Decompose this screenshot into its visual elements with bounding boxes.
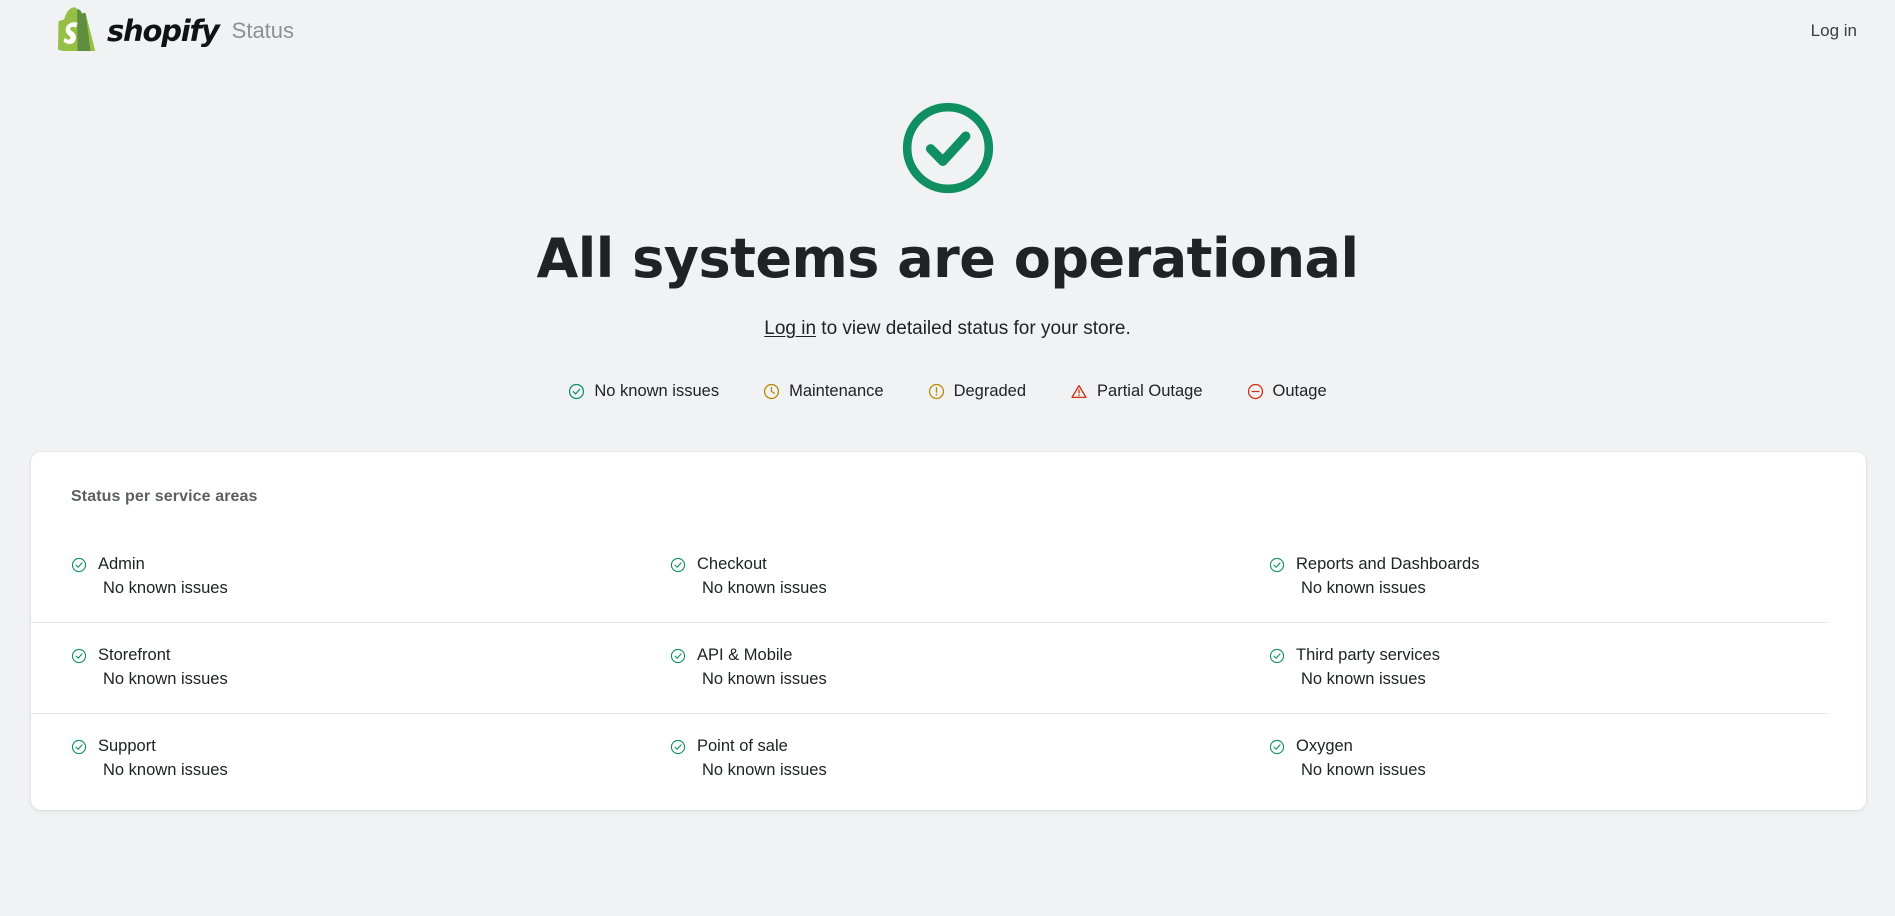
check-circle-icon — [670, 557, 686, 573]
legend-label: No known issues — [594, 382, 720, 401]
header-actions: Log in — [1811, 21, 1857, 41]
status-legend: No known issues Maintenance Degraded Par… — [0, 382, 1895, 401]
check-circle-icon — [1269, 739, 1285, 755]
service-row-third-party-services: Third party services No known issues — [1229, 623, 1828, 715]
service-status: No known issues — [702, 579, 827, 598]
service-row-storefront: Storefront No known issues — [31, 623, 630, 715]
service-areas-card: Status per service areas Admin No known … — [31, 452, 1866, 811]
hero-subtitle: Log in to view detailed status for your … — [0, 318, 1895, 340]
legend-label: Outage — [1272, 382, 1327, 401]
legend-item-outage: Outage — [1247, 382, 1327, 401]
hero-section: All systems are operational Log in to vi… — [0, 62, 1895, 401]
service-row-admin: Admin No known issues — [31, 532, 630, 624]
service-row-support: Support No known issues — [31, 714, 630, 804]
service-header: Oxygen — [1269, 737, 1828, 756]
service-header: API & Mobile — [670, 646, 1229, 665]
service-name: Checkout — [697, 555, 767, 574]
legend-item-degraded: Degraded — [928, 382, 1026, 401]
brand-wordmark: shopify — [107, 13, 220, 48]
service-name: Third party services — [1296, 646, 1440, 665]
service-name: Oxygen — [1296, 737, 1353, 756]
service-status: No known issues — [702, 670, 827, 689]
check-circle-icon — [568, 383, 585, 400]
hero-login-link[interactable]: Log in — [764, 318, 816, 339]
overall-status-check-circle-icon — [899, 99, 997, 197]
clock-icon — [763, 383, 780, 400]
service-header: Checkout — [670, 555, 1229, 574]
service-name: API & Mobile — [697, 646, 793, 665]
service-name: Point of sale — [697, 737, 788, 756]
legend-label: Maintenance — [789, 382, 884, 401]
service-row-point-of-sale: Point of sale No known issues — [630, 714, 1229, 804]
minus-circle-icon — [1247, 383, 1264, 400]
legend-item-maintenance: Maintenance — [763, 382, 884, 401]
service-header: Support — [71, 737, 630, 756]
service-name: Support — [98, 737, 156, 756]
check-circle-icon — [71, 648, 87, 664]
brand-subtitle: Status — [231, 18, 295, 43]
service-header: Reports and Dashboards — [1269, 555, 1828, 574]
legend-label: Partial Outage — [1097, 382, 1203, 401]
legend-item-partial-outage: Partial Outage — [1070, 382, 1203, 401]
service-status: No known issues — [702, 761, 827, 780]
shopify-bag-logo-icon — [58, 6, 96, 56]
warning-triangle-icon — [1070, 383, 1088, 400]
service-header: Storefront — [71, 646, 630, 665]
check-circle-icon — [670, 739, 686, 755]
service-header: Point of sale — [670, 737, 1229, 756]
check-circle-icon — [71, 557, 87, 573]
service-status: No known issues — [103, 579, 228, 598]
page-header: shopify Status Log in — [0, 0, 1895, 62]
legend-label: Degraded — [953, 382, 1027, 401]
service-status: No known issues — [1301, 579, 1426, 598]
check-circle-icon — [1269, 648, 1285, 664]
service-name: Admin — [98, 555, 145, 574]
card-title: Status per service areas — [71, 488, 258, 506]
service-areas-grid: Admin No known issues Checkout No known … — [31, 532, 1828, 804]
service-row-api-and-mobile: API & Mobile No known issues — [630, 623, 1229, 715]
brand-home-link[interactable]: shopify Status — [58, 6, 295, 56]
check-circle-icon — [670, 648, 686, 664]
legend-item-no-known-issues: No known issues — [568, 382, 719, 401]
service-row-checkout: Checkout No known issues — [630, 532, 1229, 624]
service-row-reports-and-dashboards: Reports and Dashboards No known issues — [1229, 532, 1828, 624]
check-circle-icon — [71, 739, 87, 755]
service-status: No known issues — [1301, 761, 1426, 780]
header-login-link[interactable]: Log in — [1811, 21, 1857, 40]
service-header: Third party services — [1269, 646, 1828, 665]
exclamation-circle-icon — [928, 383, 945, 400]
service-status: No known issues — [1301, 670, 1426, 689]
service-name: Storefront — [98, 646, 171, 665]
page-title: All systems are operational — [536, 227, 1360, 290]
service-status: No known issues — [103, 761, 228, 780]
service-row-oxygen: Oxygen No known issues — [1229, 714, 1828, 804]
hero-subtitle-rest: to view detailed status for your store. — [816, 318, 1131, 340]
check-circle-icon — [1269, 557, 1285, 573]
service-header: Admin — [71, 555, 630, 574]
service-status: No known issues — [103, 670, 228, 689]
service-name: Reports and Dashboards — [1296, 555, 1480, 574]
